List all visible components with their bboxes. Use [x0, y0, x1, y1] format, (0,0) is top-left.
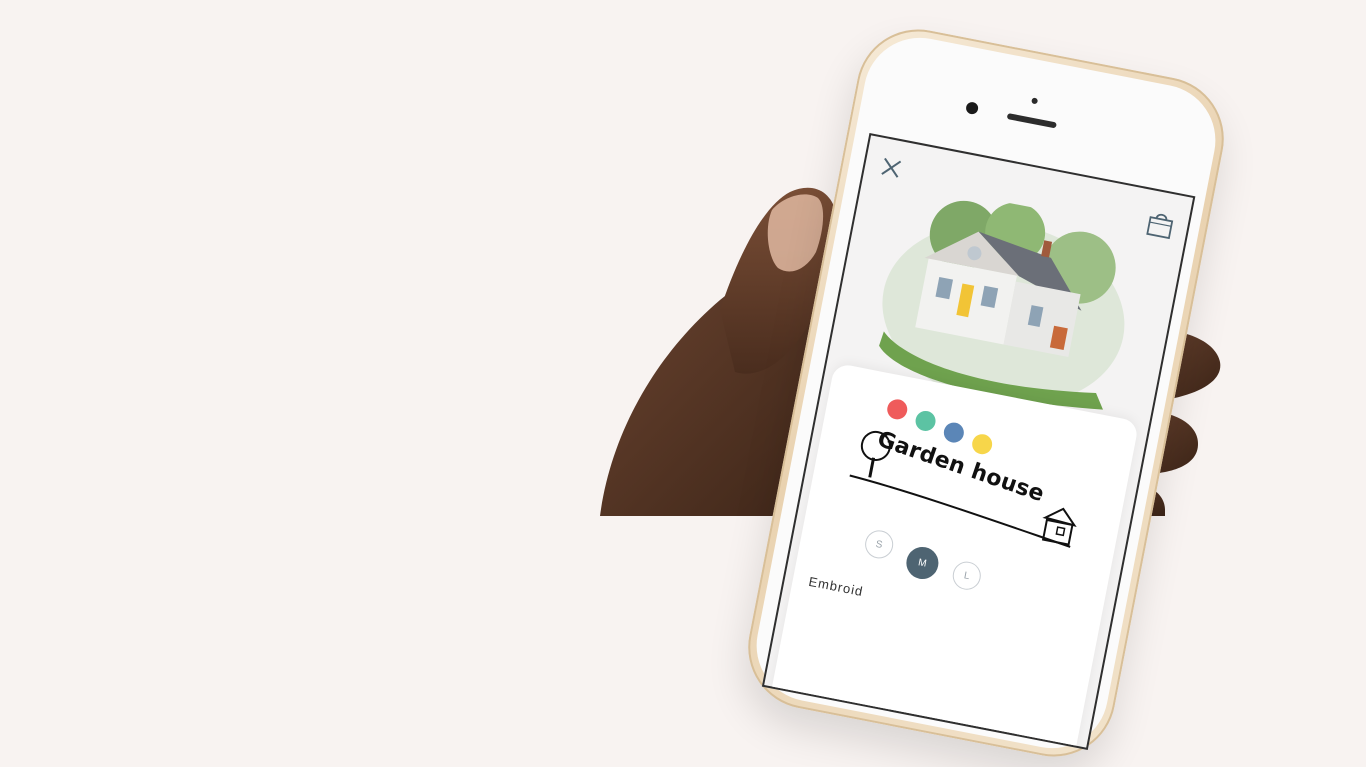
earpiece-speaker: [1006, 113, 1057, 129]
close-icon[interactable]: [877, 154, 905, 182]
front-camera: [965, 101, 980, 116]
color-swatch-red[interactable]: [885, 397, 909, 422]
color-swatch-green[interactable]: [913, 409, 938, 433]
embroidery-label: Embroid: [807, 573, 865, 600]
size-m-button[interactable]: M: [903, 544, 942, 582]
size-l-button[interactable]: L: [950, 559, 984, 593]
size-s-button[interactable]: S: [862, 527, 896, 561]
product-options-card: Garden house S M L Embroid: [766, 362, 1140, 750]
scene: Garden house S M L Embroid: [0, 0, 1366, 767]
shopping-bag-icon[interactable]: [1145, 208, 1176, 240]
front-sensor: [1031, 97, 1039, 105]
